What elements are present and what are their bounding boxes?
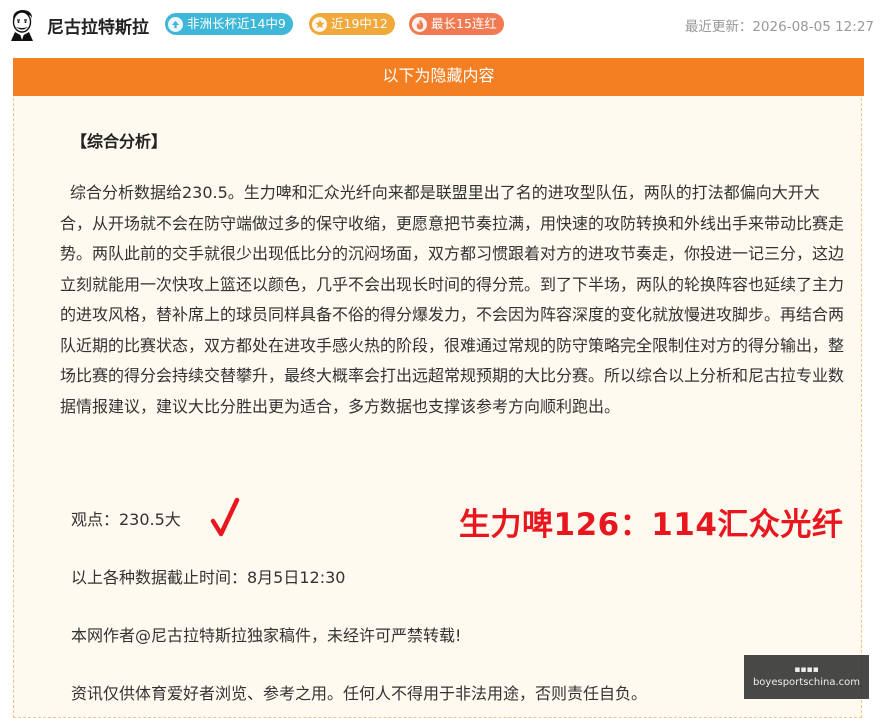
analysis-text: 综合分析数据给230.5。生力啤和汇众光纤向来都是联盟里出了名的进攻型队伍，两队… xyxy=(60,183,845,416)
hidden-content-header: 以下为隐藏内容 xyxy=(13,58,864,96)
check-mark-icon: √ xyxy=(210,497,240,537)
author-name[interactable]: 尼古拉特斯拉 xyxy=(47,13,149,38)
author-header: 尼古拉特斯拉 非洲长杯近14中9 近19中12 最长15连红 最近更新：2026… xyxy=(0,0,880,48)
watermark-top: ▪▪▪▪ xyxy=(794,665,819,675)
last-updated: 最近更新：2026-08-05 12:27 xyxy=(684,19,874,35)
watermark-site: boyesportschina.com xyxy=(752,677,861,688)
flame-icon xyxy=(412,16,427,32)
final-score: 生力啤126：114汇众光纤 xyxy=(459,507,844,543)
badge-label: 近19中12 xyxy=(331,16,388,31)
copyright-notice: 本网作者@尼古拉特斯拉独家稿件，未经许可严禁转载! xyxy=(71,626,462,645)
analysis-paragraph: 综合分析数据给230.5。生力啤和汇众光纤向来都是联盟里出了名的进攻型队伍，两队… xyxy=(60,178,850,422)
badge-label: 非洲长杯近14中9 xyxy=(187,16,286,31)
site-watermark: ▪▪▪▪ boyesportschina.com xyxy=(744,655,869,699)
badge-recent-record: 近19中12 xyxy=(309,13,395,35)
star-icon xyxy=(312,16,327,32)
opinion-text: 观点：230.5大 xyxy=(71,510,181,529)
section-title: 【综合分析】 xyxy=(71,132,168,151)
badge-win-streak: 最长15连红 xyxy=(409,13,504,35)
data-cutoff-time: 以上各种数据截止时间：8月5日12:30 xyxy=(71,568,346,587)
arrow-up-icon xyxy=(168,16,183,32)
badge-league-record: 非洲长杯近14中9 xyxy=(165,13,293,35)
disclaimer-text: 资讯仅供体育爱好者浏览、参考之用。任何人不得用于非法用途，否则责任自负。 xyxy=(71,684,648,703)
author-avatar[interactable] xyxy=(6,7,38,41)
badge-label: 最长15连红 xyxy=(431,16,497,31)
